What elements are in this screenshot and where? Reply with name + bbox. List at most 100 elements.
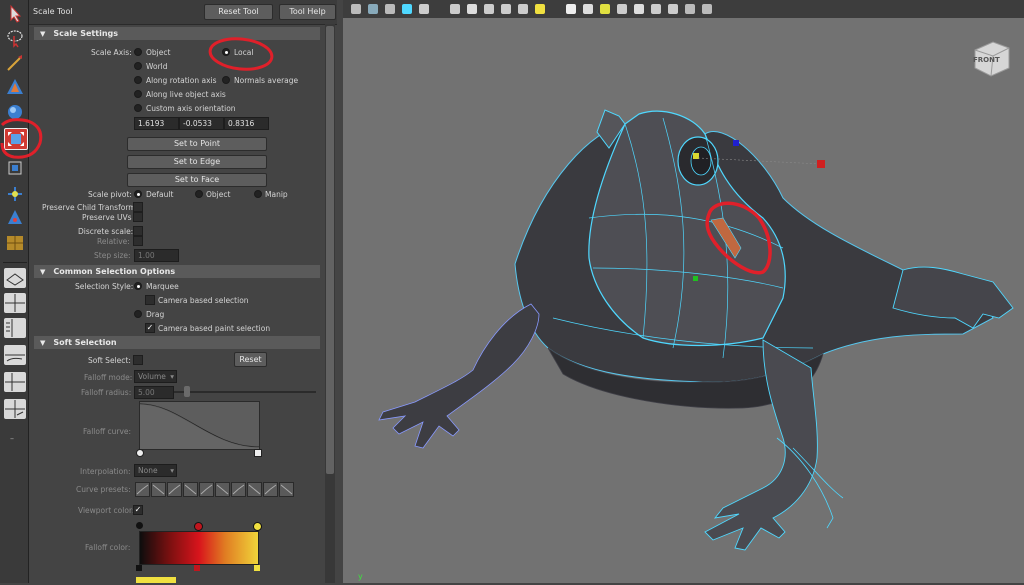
four-view-layout-icon[interactable] — [4, 293, 26, 313]
falloff-radius-slider[interactable] — [174, 391, 316, 393]
toolbox-more-icon[interactable]: – — [10, 434, 14, 443]
viewport-toolbar-icon[interactable] — [518, 4, 528, 14]
curve-preset-button[interactable] — [167, 482, 182, 497]
set-to-point-button[interactable]: Set to Point — [127, 137, 267, 151]
view-cube-label: FRONT — [973, 56, 1000, 64]
show-manipulator-icon[interactable] — [4, 208, 26, 228]
interpolation-dropdown[interactable]: None ▾ — [134, 464, 177, 477]
ramp-key-yellow-icon[interactable] — [254, 565, 260, 571]
discrete-scale-checkbox[interactable] — [133, 226, 143, 236]
ramp-key-red-icon[interactable] — [194, 565, 200, 571]
viewport-toolbar-icon[interactable] — [368, 4, 378, 14]
viewport[interactable]: FRONT y — [343, 18, 1024, 583]
axis-local-radio[interactable] — [222, 48, 230, 56]
tool-help-button[interactable]: Tool Help — [279, 4, 336, 20]
falloff-radius-slider-handle[interactable] — [184, 386, 190, 397]
persp-graph-layout-icon[interactable] — [4, 399, 26, 419]
soft-select-checkbox[interactable] — [133, 355, 143, 365]
color-stop-black-icon[interactable] — [136, 522, 143, 529]
viewport-toolbar-icon[interactable] — [651, 4, 661, 14]
paint-select-tool-icon[interactable] — [4, 53, 26, 73]
lasso-tool-icon[interactable] — [4, 28, 26, 48]
axis-normals-average-radio[interactable] — [222, 76, 230, 84]
set-to-edge-button[interactable]: Set to Edge — [127, 155, 267, 169]
viewport-toolbar-icon[interactable] — [484, 4, 494, 14]
color-stop-yellow-icon[interactable] — [253, 522, 262, 531]
curve-preset-button[interactable] — [247, 482, 262, 497]
axis-object-radio[interactable] — [134, 48, 142, 56]
viewport-toolbar-icon[interactable] — [419, 4, 429, 14]
custom-axis-y-field[interactable]: -0.0533 — [179, 117, 224, 130]
preserve-child-checkbox[interactable] — [133, 202, 143, 212]
camera-based-checkbox[interactable] — [145, 295, 155, 305]
step-size-field[interactable]: 1.00 — [134, 249, 179, 262]
uv-editor-icon[interactable] — [4, 233, 26, 253]
falloff-radius-field[interactable]: 5.00 — [134, 386, 174, 399]
outliner-layout-icon[interactable] — [4, 318, 26, 338]
falloff-mode-value: Volume — [138, 372, 166, 381]
viewport-toolbar-icon[interactable] — [450, 4, 460, 14]
viewport-toolbar-icon[interactable] — [583, 4, 593, 14]
graph-layout-icon[interactable] — [4, 345, 26, 365]
reset-tool-button[interactable]: Reset Tool — [204, 4, 273, 20]
viewport-toolbar — [343, 0, 1024, 19]
curve-preset-button[interactable] — [279, 482, 294, 497]
soft-selection-header[interactable]: ▼ Soft Selection — [34, 336, 320, 349]
curve-preset-button[interactable] — [135, 482, 150, 497]
curve-preset-button[interactable] — [183, 482, 198, 497]
axis-world-label: World — [146, 62, 168, 71]
viewport-toolbar-icon[interactable] — [402, 4, 412, 14]
curve-preset-button[interactable] — [231, 482, 246, 497]
viewport-color-checkbox[interactable]: ✓ — [133, 505, 143, 515]
color-stop-red-icon[interactable] — [194, 522, 203, 531]
panel-scrollbar-thumb[interactable] — [326, 26, 334, 474]
custom-axis-z-field[interactable]: 0.8316 — [224, 117, 269, 130]
axis-custom-radio[interactable] — [134, 104, 142, 112]
axis-along-live-label: Along live object axis — [146, 90, 226, 99]
single-layout-icon[interactable] — [4, 268, 26, 288]
soft-modification-tool-icon[interactable] — [4, 184, 26, 204]
soft-select-reset-button[interactable]: Reset — [234, 352, 267, 367]
viewport-toolbar-icon[interactable] — [702, 4, 712, 14]
axis-along-rotation-radio[interactable] — [134, 76, 142, 84]
viewport-toolbar-icon[interactable] — [668, 4, 678, 14]
set-to-face-button[interactable]: Set to Face — [127, 173, 267, 187]
scale-settings-header[interactable]: ▼ Scale Settings — [34, 27, 320, 40]
curve-preset-button[interactable] — [199, 482, 214, 497]
marquee-radio[interactable] — [134, 282, 142, 290]
falloff-curve-graph[interactable] — [139, 401, 260, 450]
viewport-toolbar-icon[interactable] — [566, 4, 576, 14]
move-tool-icon[interactable] — [4, 77, 26, 97]
preserve-uvs-checkbox[interactable] — [133, 212, 143, 222]
custom-axis-x-field[interactable]: 1.6193 — [134, 117, 179, 130]
select-tool-icon[interactable] — [4, 4, 26, 24]
ramp-key-black-icon[interactable] — [136, 565, 142, 571]
common-selection-header[interactable]: ▼ Common Selection Options — [34, 265, 320, 278]
viewport-toolbar-icon[interactable] — [385, 4, 395, 14]
axis-along-live-radio[interactable] — [134, 90, 142, 98]
falloff-mode-dropdown[interactable]: Volume ▾ — [134, 370, 177, 383]
falloff-color-ramp[interactable] — [139, 531, 259, 565]
selected-color-swatch[interactable] — [136, 577, 176, 583]
viewport-toolbar-icon[interactable] — [501, 4, 511, 14]
viewport-toolbar-icon[interactable] — [467, 4, 477, 14]
hypershade-layout-icon[interactable] — [4, 372, 26, 392]
viewport-toolbar-icon[interactable] — [351, 4, 361, 14]
curve-start-key-icon[interactable] — [136, 449, 144, 457]
curve-preset-button[interactable] — [263, 482, 278, 497]
axis-world-radio[interactable] — [134, 62, 142, 70]
curve-end-key-icon[interactable] — [254, 449, 262, 457]
viewport-toolbar-icon[interactable] — [634, 4, 644, 14]
curve-preset-button[interactable] — [215, 482, 230, 497]
viewport-toolbar-icon[interactable] — [617, 4, 627, 14]
drag-radio[interactable] — [134, 310, 142, 318]
relative-checkbox[interactable] — [133, 236, 143, 246]
viewport-toolbar-icon[interactable] — [685, 4, 695, 14]
pivot-manip-radio[interactable] — [254, 190, 262, 198]
camera-based-paint-checkbox[interactable]: ✓ — [145, 323, 155, 333]
pivot-default-radio[interactable] — [134, 190, 142, 198]
viewport-toolbar-icon[interactable] — [535, 4, 545, 14]
viewport-toolbar-icon[interactable] — [600, 4, 610, 14]
curve-preset-button[interactable] — [151, 482, 166, 497]
pivot-object-radio[interactable] — [195, 190, 203, 198]
